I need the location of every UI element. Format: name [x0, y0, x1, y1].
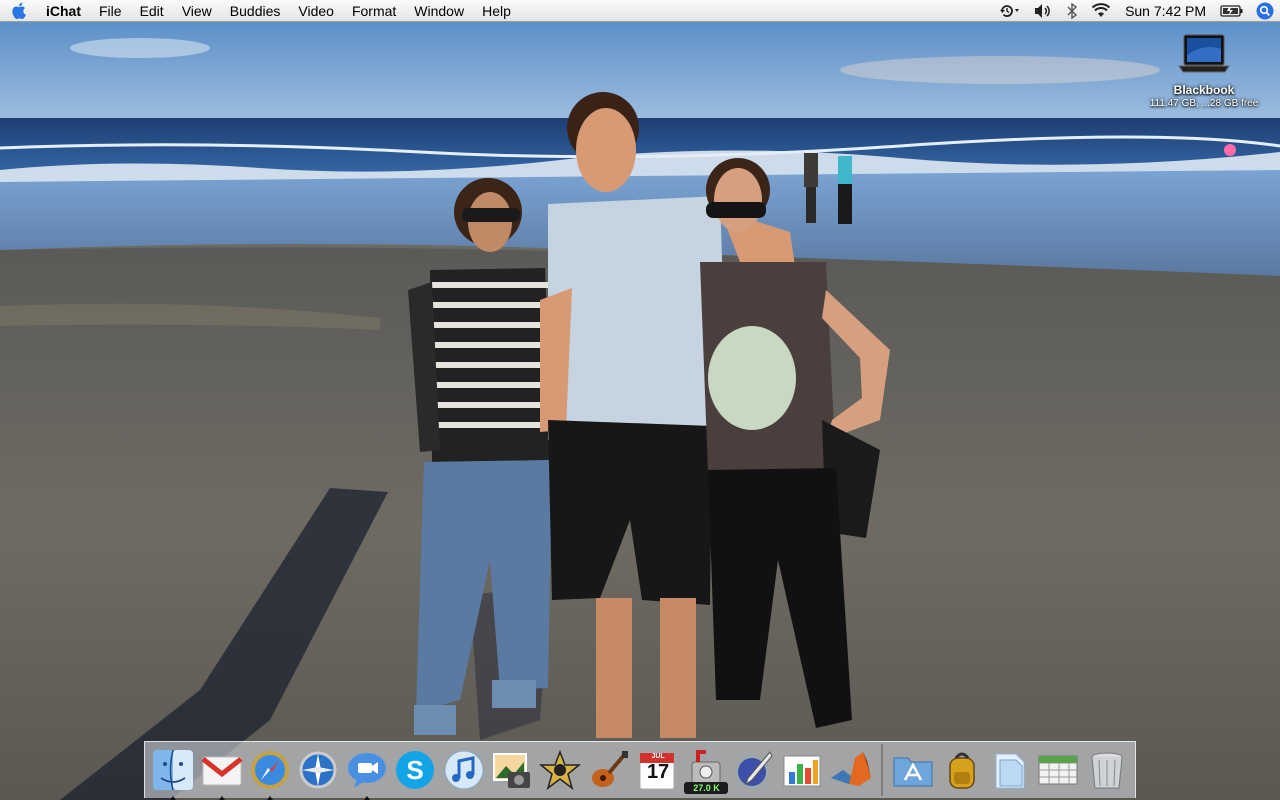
calendar-month: JUL [651, 753, 665, 760]
time-machine-icon[interactable] [993, 0, 1027, 22]
menu-file[interactable]: File [90, 0, 131, 22]
running-indicator [170, 796, 177, 800]
ichat-icon [347, 753, 386, 788]
calendar-day: 17 [646, 761, 670, 783]
dock-applications-folder[interactable] [891, 745, 935, 795]
finder-icon [153, 749, 194, 791]
dock-trash[interactable] [1085, 745, 1129, 795]
compass-icon [299, 751, 337, 789]
menu-video[interactable]: Video [289, 0, 343, 22]
menu-edit[interactable]: Edit [131, 0, 173, 22]
dock-script-editor[interactable] [732, 745, 776, 795]
menu-buddies[interactable]: Buddies [221, 0, 290, 22]
svg-text:S: S [407, 755, 424, 785]
iphoto-icon [493, 753, 531, 788]
dock-matlab[interactable] [829, 745, 873, 795]
volume-icon[interactable] [1027, 0, 1059, 22]
apple-menu-icon[interactable] [0, 0, 36, 22]
desktop-wallpaper [0, 0, 1280, 800]
transfer-rate-badge: 27.0 K [684, 782, 729, 794]
laptop-icon [1178, 33, 1230, 75]
guitar-icon [591, 751, 628, 787]
dock-skype[interactable]: S [393, 745, 437, 795]
desktop-icon-disk-info: 111.47 GB, ...28 GB free [1149, 98, 1259, 109]
quill-icon [736, 751, 773, 788]
dock-numbers[interactable] [780, 745, 824, 795]
document-stack-icon [995, 753, 1025, 789]
itunes-icon [444, 750, 484, 790]
dock-itunes[interactable] [441, 745, 485, 795]
menu-clock[interactable]: Sun 7:42 PM [1117, 0, 1214, 22]
applications-folder-icon [893, 757, 933, 787]
matlab-icon [830, 752, 871, 786]
dock-gmail[interactable] [199, 745, 243, 800]
dock-transmission[interactable]: 27.0 K [683, 745, 729, 795]
safari-icon [251, 751, 290, 789]
app-menu-ichat[interactable]: iChat [36, 0, 90, 22]
dock-imovie[interactable] [538, 745, 582, 795]
battery-icon[interactable] [1214, 0, 1250, 22]
menu-view[interactable]: View [173, 0, 221, 22]
desktop-icon-blackbook[interactable]: Blackbook 111.47 GB, ...28 GB free [1136, 33, 1272, 109]
dock-network-utility[interactable] [296, 745, 340, 795]
spotlight-search-icon[interactable] [1250, 0, 1280, 22]
desktop-icon-label: Blackbook [1173, 83, 1235, 97]
dock-documents[interactable] [988, 745, 1032, 795]
bluetooth-icon[interactable] [1059, 0, 1085, 22]
dock-ical[interactable]: JUL 17 [635, 745, 679, 795]
trash-icon [1091, 752, 1123, 789]
menu-bar: iChat File Edit View Buddies Video Forma… [0, 0, 1280, 22]
spreadsheet-icon [1038, 755, 1078, 785]
running-indicator [267, 796, 274, 800]
dock-ichat[interactable] [345, 745, 389, 800]
menu-format[interactable]: Format [343, 0, 405, 22]
dock-garageband[interactable] [587, 745, 631, 795]
dock-backpack[interactable] [939, 745, 983, 795]
running-indicator [363, 796, 370, 800]
bar-chart-icon [783, 755, 821, 787]
imovie-icon [539, 749, 582, 790]
backpack-icon [948, 752, 975, 789]
gmail-icon [201, 756, 243, 786]
dock-finder[interactable] [151, 745, 195, 800]
dock: S JUL 17 27.0 K [144, 741, 1136, 800]
status-menus: Sun 7:42 PM [993, 0, 1280, 22]
menu-window[interactable]: Window [405, 0, 473, 22]
dock-separator [881, 744, 884, 796]
running-indicator [218, 796, 225, 800]
menu-help[interactable]: Help [473, 0, 520, 22]
dock-spreadsheet[interactable] [1036, 745, 1080, 795]
dock-safari[interactable] [248, 745, 292, 800]
skype-icon: S [396, 751, 435, 789]
dock-iphoto[interactable] [490, 745, 534, 795]
wifi-icon[interactable] [1085, 0, 1117, 22]
